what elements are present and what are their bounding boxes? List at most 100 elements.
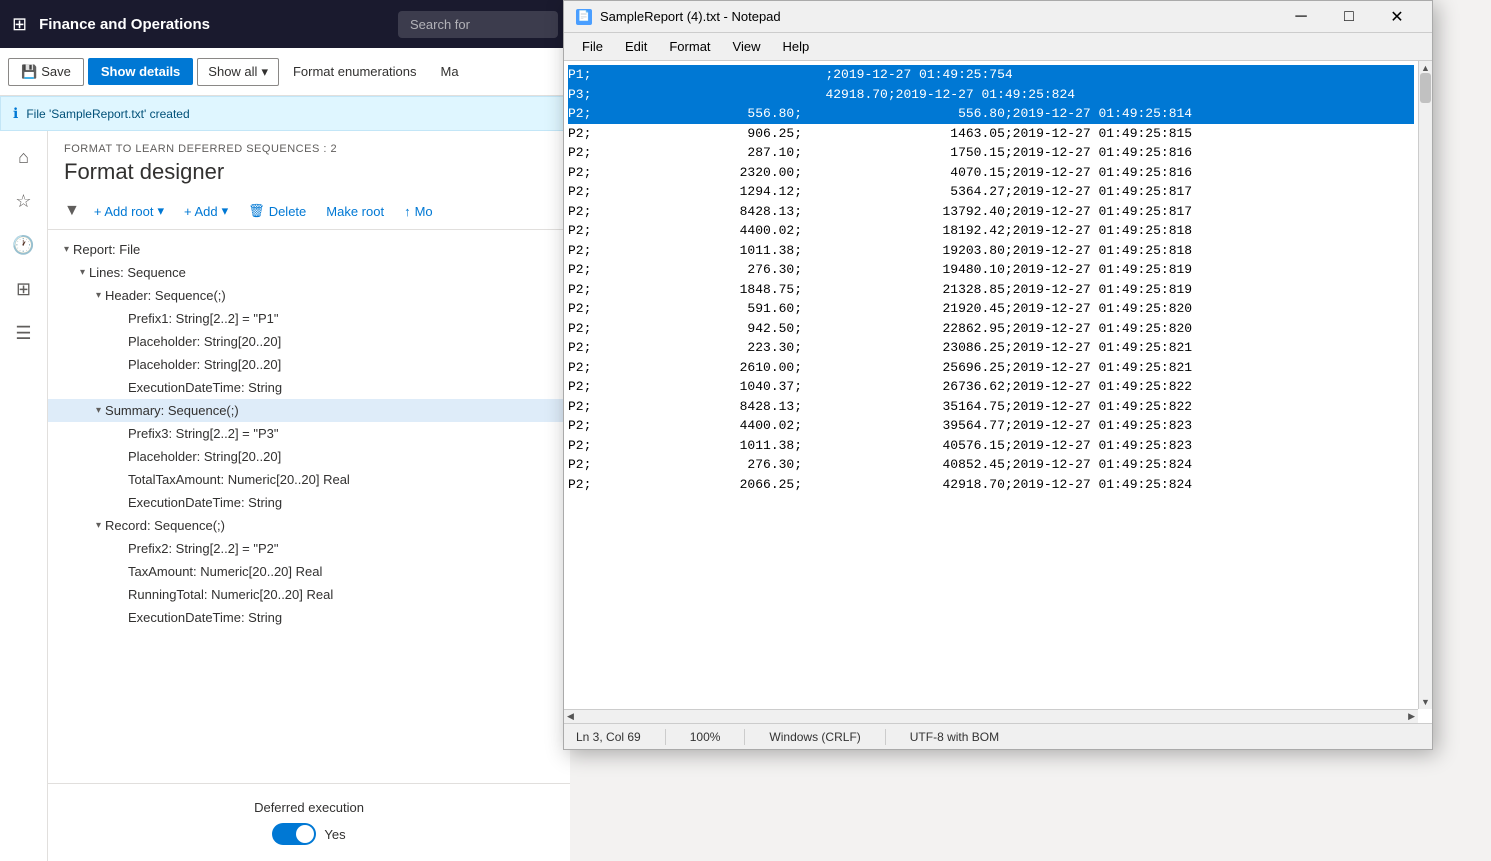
show-all-button[interactable]: Show all ▾ [197,58,279,86]
toggle-knob [296,825,314,843]
encoding: UTF-8 with BOM [910,730,999,744]
more-button[interactable]: Ma [431,59,469,84]
tree-item[interactable]: ▾Report: File [48,238,570,261]
notepad-line: P2; 1294.12; 5364.27;2019-12-27 01:49:25… [568,182,1414,202]
move-label: Mo [415,204,433,219]
tree-item[interactable]: ▾ Summary: Sequence(;) [48,399,570,422]
search-input[interactable] [398,11,558,38]
chevron-down-icon[interactable]: ▾ [96,405,101,416]
grid-icon[interactable]: ⊞ [12,14,27,35]
notepad-line: P2; 8428.13; 13792.40;2019-12-27 01:49:2… [568,202,1414,222]
add-root-label: + Add root [94,204,154,219]
add-label: + Add [184,204,218,219]
notepad-statusbar: Ln 3, Col 69 100% Windows (CRLF) UTF-8 w… [564,723,1432,749]
vertical-scrollbar[interactable]: ▲ ▼ [1418,61,1432,709]
scroll-up-arrow[interactable]: ▲ [1421,63,1430,73]
notepad-line: P2; 942.50; 22862.95;2019-12-27 01:49:25… [568,319,1414,339]
nav-list-icon[interactable]: ☰ [6,315,42,351]
menu-item-edit[interactable]: Edit [615,35,657,58]
scroll-down-arrow[interactable]: ▼ [1421,697,1430,707]
tree-item[interactable]: Prefix2: String[2..2] = "P2" [48,537,570,560]
chevron-down-icon[interactable]: ▾ [80,267,85,278]
notepad-content: P1; ;2019-12-27 01:49:25:754 P3; 42918.7… [564,61,1432,723]
menu-item-format[interactable]: Format [659,35,720,58]
show-details-button[interactable]: Show details [88,58,193,85]
tree-item[interactable]: TotalTaxAmount: Numeric[20..20] Real [48,468,570,491]
nav-recent-icon[interactable]: 🕐 [6,227,42,263]
minimize-button[interactable]: ─ [1278,1,1324,33]
tree-item-label: Summary: Sequence(;) [105,403,554,418]
scrollbar-thumb[interactable] [1420,73,1431,103]
add-button[interactable]: + Add ▾ [178,199,234,223]
scroll-left-arrow[interactable]: ◀ [564,711,577,722]
nav-star-icon[interactable]: ☆ [6,183,42,219]
tree-item[interactable]: Prefix1: String[2..2] = "P1" [48,307,570,330]
menu-item-file[interactable]: File [572,35,613,58]
chevron-down-icon[interactable]: ▾ [64,244,69,255]
tree-item[interactable]: ▾ Header: Sequence(;) [48,284,570,307]
notepad-line: P2; 276.30; 40852.45;2019-12-27 01:49:25… [568,455,1414,475]
notepad-line: P2; 1011.38; 19203.80;2019-12-27 01:49:2… [568,241,1414,261]
tree-item[interactable]: Prefix3: String[2..2] = "P3" [48,422,570,445]
nav-workspace-icon[interactable]: ⊞ [6,271,42,307]
fo-infobar: ℹ File 'SampleReport.txt' created [0,96,570,131]
scroll-right-arrow[interactable]: ▶ [1405,711,1418,722]
save-button[interactable]: 💾 Save [8,58,84,86]
tree-item[interactable]: ▾ Record: Sequence(;) [48,514,570,537]
filter-icon[interactable]: ▼ [64,202,80,220]
menu-item-view[interactable]: View [723,35,771,58]
fo-toolbar: 💾 Save Show details Show all ▾ Format en… [0,48,570,96]
close-button[interactable]: ✕ [1374,1,1420,33]
tree-item-label: Header: Sequence(;) [105,288,554,303]
format-designer-header: FORMAT TO LEARN DEFERRED SEQUENCES : 2 F… [48,131,570,193]
notepad-line: P2; 223.30; 23086.25;2019-12-27 01:49:25… [568,338,1414,358]
delete-button[interactable]: 🗑 Delete [242,199,312,223]
notepad-line: P2; 1011.38; 40576.15;2019-12-27 01:49:2… [568,436,1414,456]
designer-title: Format designer [64,159,554,185]
tree-item[interactable]: ExecutionDateTime: String [48,491,570,514]
deferred-toggle[interactable] [272,823,316,845]
tree-item[interactable]: ▾Lines: Sequence [48,261,570,284]
tree-item-label: Prefix1: String[2..2] = "P1" [128,311,554,326]
tree-item-label: TaxAmount: Numeric[20..20] Real [128,564,554,579]
maximize-button[interactable]: □ [1326,1,1372,33]
notepad-line: P2; 1848.75; 21328.85;2019-12-27 01:49:2… [568,280,1414,300]
make-root-button[interactable]: Make root [320,200,390,223]
tree-item[interactable]: ExecutionDateTime: String [48,376,570,399]
add-root-button[interactable]: + Add root ▾ [88,199,170,223]
scrollbar-track[interactable] [1419,73,1432,697]
tree-item[interactable]: Placeholder: String[20..20] [48,445,570,468]
chevron-down-icon[interactable]: ▾ [96,290,101,301]
notepad-text-area[interactable]: P1; ;2019-12-27 01:49:25:754 P3; 42918.7… [564,61,1418,709]
horizontal-scrollbar[interactable]: ◀ ▶ [564,709,1418,723]
delete-label: Delete [269,204,307,219]
save-label: Save [41,64,71,79]
tree-item[interactable]: Placeholder: String[20..20] [48,330,570,353]
menu-item-help[interactable]: Help [772,35,819,58]
tree-item[interactable]: TaxAmount: Numeric[20..20] Real [48,560,570,583]
app-name: Finance and Operations [39,16,386,33]
tree-item-label: Record: Sequence(;) [105,518,554,533]
notepad-line: P1; ;2019-12-27 01:49:25:754 [568,65,1414,85]
notepad-line: P2; 4400.02; 39564.77;2019-12-27 01:49:2… [568,416,1414,436]
notepad-controls: ─ □ ✕ [1278,1,1420,33]
fo-actionbar: ▼ + Add root ▾ + Add ▾ 🗑 Delete Make roo… [48,193,570,230]
notepad-line: P2; 8428.13; 35164.75;2019-12-27 01:49:2… [568,397,1414,417]
chevron-down-icon[interactable]: ▾ [96,520,101,531]
format-enumerations-button[interactable]: Format enumerations [283,59,427,84]
deferred-toggle-row: Yes [272,823,345,845]
tree-item[interactable]: RunningTotal: Numeric[20..20] Real [48,583,570,606]
tree-item[interactable]: Placeholder: String[20..20] [48,353,570,376]
tree-item-label: Placeholder: String[20..20] [128,334,554,349]
nav-home-icon[interactable]: ⌂ [6,139,42,175]
fo-tree: ▾Report: File▾Lines: Sequence▾Header: Se… [48,230,570,783]
notepad-line: P2; 287.10; 1750.15;2019-12-27 01:49:25:… [568,143,1414,163]
notepad-line: P2; 2066.25; 42918.70;2019-12-27 01:49:2… [568,475,1414,495]
tree-item-label: TotalTaxAmount: Numeric[20..20] Real [128,472,554,487]
designer-subtitle: FORMAT TO LEARN DEFERRED SEQUENCES : 2 [64,143,554,155]
tree-item[interactable]: ExecutionDateTime: String [48,606,570,629]
notepad-line: P2; 4400.02; 18192.42;2019-12-27 01:49:2… [568,221,1414,241]
show-all-label: Show all [208,64,257,79]
save-icon: 💾 [21,64,37,80]
move-button[interactable]: ↑ Mo [398,200,439,223]
